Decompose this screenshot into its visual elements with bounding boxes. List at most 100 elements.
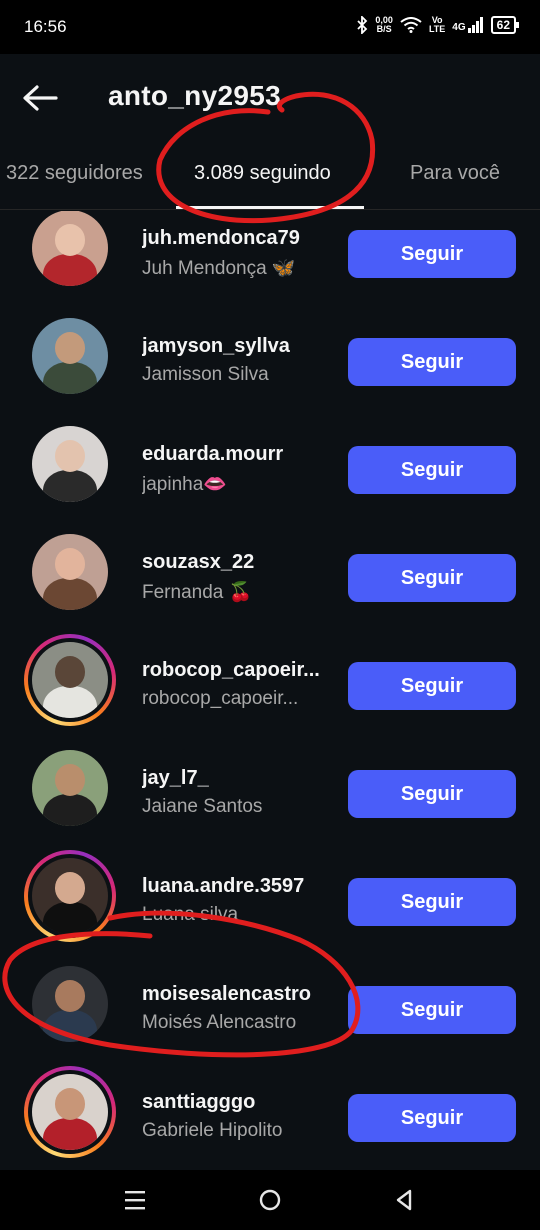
profile-photo	[32, 750, 108, 826]
user-info[interactable]: luana.andre.3597 Luana silva	[142, 875, 332, 926]
username-label: moisesalencastro	[142, 983, 311, 1005]
tab-followers[interactable]: 322 seguidores	[6, 162, 143, 185]
full-name-label: Jamisson Silva	[142, 364, 269, 385]
profile-photo	[32, 1074, 108, 1150]
photo-figure-head	[54, 223, 86, 256]
photo-figure-body	[42, 254, 98, 286]
profile-photo	[32, 318, 108, 394]
profile-photo	[32, 426, 108, 502]
follow-tabs: 322 seguidores 3.089 seguindo Para você	[0, 142, 540, 210]
photo-figure-body	[42, 470, 98, 502]
avatar[interactable]	[24, 742, 116, 834]
system-back-button[interactable]	[392, 1188, 420, 1212]
network-speed: 0,00 B/S	[375, 15, 393, 34]
list-item[interactable]: santtiagggo Gabriele Hipolito Seguir	[0, 1053, 540, 1161]
follow-button[interactable]: Seguir	[348, 446, 516, 494]
profile-header: anto_ny2953	[0, 54, 540, 142]
triangle-back-icon	[396, 1189, 412, 1211]
username-label: jay_l7_	[142, 767, 209, 789]
page-title: anto_ny2953	[108, 80, 281, 111]
profile-photo	[32, 534, 108, 610]
status-time: 16:56	[24, 17, 67, 36]
active-tab-indicator	[176, 206, 364, 209]
user-info[interactable]: souzasx_22 Fernanda 🍒	[142, 551, 332, 604]
circle-home-icon	[259, 1189, 281, 1211]
follow-button[interactable]: Seguir	[348, 1094, 516, 1142]
full-name-label: Gabriele Hipolito	[142, 1120, 283, 1141]
follow-button[interactable]: Seguir	[348, 878, 516, 926]
username-label: santtiagggo	[142, 1091, 256, 1113]
follow-button[interactable]: Seguir	[348, 338, 516, 386]
tab-for-you[interactable]: Para você	[410, 162, 500, 185]
photo-figure-head	[54, 547, 86, 580]
profile-photo	[32, 966, 108, 1042]
photo-figure-body	[42, 794, 98, 826]
back-button[interactable]	[22, 80, 62, 116]
avatar[interactable]	[24, 211, 116, 294]
profile-photo	[32, 858, 108, 934]
full-name-label: robocop_capoeir...	[142, 688, 299, 709]
network-type: 4G	[452, 17, 483, 33]
arrow-left-icon	[23, 85, 58, 111]
follow-button[interactable]: Seguir	[348, 770, 516, 818]
follow-button[interactable]: Seguir	[348, 662, 516, 710]
user-info[interactable]: robocop_capoeir... robocop_capoeir...	[142, 659, 332, 710]
bluetooth-icon	[357, 16, 368, 34]
avatar[interactable]	[24, 526, 116, 618]
photo-figure-body	[42, 1010, 98, 1042]
list-item[interactable]: jamyson_syllva Jamisson Silva Seguir	[0, 297, 540, 405]
volte-indicator: Vo LTE	[428, 15, 446, 34]
follow-button[interactable]: Seguir	[348, 554, 516, 602]
photo-figure-body	[42, 578, 98, 610]
avatar[interactable]	[24, 418, 116, 510]
list-item[interactable]: eduarda.mourr japinha👄 Seguir	[0, 405, 540, 513]
follow-button[interactable]: Seguir	[348, 230, 516, 278]
home-button[interactable]	[256, 1188, 284, 1212]
photo-figure-body	[42, 362, 98, 394]
photo-figure-head	[54, 763, 86, 796]
profile-photo	[32, 642, 108, 718]
list-item[interactable]: juh.mendonca79 Juh Mendonça 🦋 Seguir	[0, 211, 540, 297]
user-info[interactable]: jay_l7_ Jaiane Santos	[142, 767, 332, 818]
photo-figure-body	[42, 686, 98, 718]
list-item[interactable]: luana.andre.3597 Luana silva Seguir	[0, 837, 540, 945]
username-label: robocop_capoeir...	[142, 659, 320, 681]
list-item[interactable]: souzasx_22 Fernanda 🍒 Seguir	[0, 513, 540, 621]
status-bar: 16:56 0,00 B/S Vo LTE 4G 62	[0, 0, 540, 54]
list-item[interactable]: robocop_capoeir... robocop_capoeir... Segu…	[0, 621, 540, 729]
user-info[interactable]: santtiagggo Gabriele Hipolito	[142, 1091, 332, 1142]
user-info[interactable]: juh.mendonca79 Juh Mendonça 🦋	[142, 227, 332, 280]
avatar-with-story-ring[interactable]	[24, 634, 116, 726]
avatar[interactable]	[24, 310, 116, 402]
full-name-label: Jaiane Santos	[142, 796, 263, 817]
story-ring-gap	[28, 638, 112, 722]
full-name-label: Moisés Alencastro	[142, 1012, 297, 1033]
avatar-with-story-ring[interactable]	[24, 1066, 116, 1158]
follow-button[interactable]: Seguir	[348, 986, 516, 1034]
list-item[interactable]: jay_l7_ Jaiane Santos Seguir	[0, 729, 540, 837]
username-label: souzasx_22	[142, 551, 255, 573]
photo-figure-head	[54, 979, 86, 1012]
photo-figure-body	[42, 902, 98, 934]
avatar[interactable]	[24, 958, 116, 1050]
following-list[interactable]: juh.mendonca79 Juh Mendonça 🦋 Seguir jamyso…	[0, 211, 540, 1169]
username-label: juh.mendonca79	[142, 227, 300, 249]
username-label: luana.andre.3597	[142, 875, 305, 897]
user-info[interactable]: jamyson_syllva Jamisson Silva	[142, 335, 332, 386]
avatar-with-story-ring[interactable]	[24, 850, 116, 942]
recents-button[interactable]	[122, 1188, 150, 1212]
battery-indicator: 62	[490, 16, 520, 34]
menu-lines-icon	[125, 1191, 145, 1210]
tab-following[interactable]: 3.089 seguindo	[194, 162, 331, 185]
photo-figure-head	[54, 871, 86, 904]
username-label: jamyson_syllva	[142, 335, 290, 357]
user-info[interactable]: eduarda.mourr japinha👄	[142, 443, 332, 496]
photo-figure-head	[54, 1087, 86, 1120]
photo-figure-body	[42, 1118, 98, 1150]
signal-icon	[467, 17, 483, 33]
user-info[interactable]: moisesalencastro Moisés Alencastro	[142, 983, 332, 1034]
photo-figure-head	[54, 439, 86, 472]
story-ring-gap	[28, 854, 112, 938]
list-item[interactable]: moisesalencastro Moisés Alencastro Seguir	[0, 945, 540, 1053]
photo-figure-head	[54, 331, 86, 364]
